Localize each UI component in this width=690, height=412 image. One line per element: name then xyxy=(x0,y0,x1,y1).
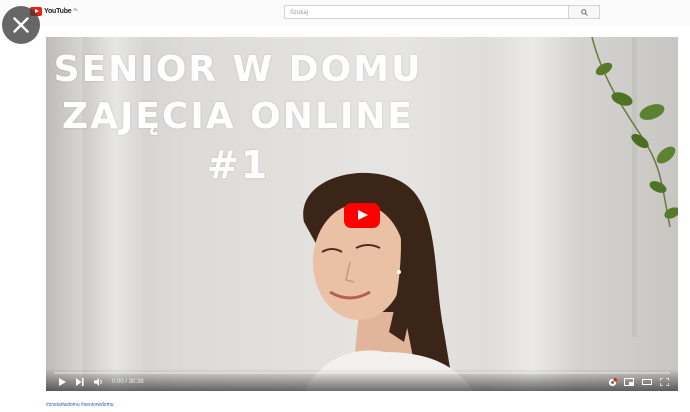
hashtags-link[interactable]: #zostańwdomu #seniorwdomu xyxy=(46,402,114,408)
youtube-logo-region: PL xyxy=(73,6,79,12)
plant-image xyxy=(591,37,678,228)
next-icon[interactable] xyxy=(76,378,84,386)
wall-left xyxy=(46,37,82,391)
video-title-line-2: ZAJĘCIA ONLINE xyxy=(62,96,414,137)
curtain xyxy=(86,37,146,391)
miniplayer-icon[interactable] xyxy=(624,378,634,386)
search-button[interactable] xyxy=(568,5,600,19)
large-play-button[interactable] xyxy=(344,203,380,228)
video-player[interactable]: SENIOR W DOMU ZAJĘCIA ONLINE #1 0:00 / 3… xyxy=(46,37,678,391)
search-input[interactable]: Szukaj xyxy=(284,5,568,19)
time-display: 0:00 / 30:38 xyxy=(112,379,144,385)
video-title-line-3: #1 xyxy=(206,143,270,187)
settings-icon[interactable] xyxy=(608,378,617,387)
close-icon xyxy=(13,17,29,33)
video-title-line-1: SENIOR W DOMU xyxy=(53,49,423,90)
fullscreen-icon[interactable] xyxy=(660,378,669,386)
top-bar: YouTube PL Szukaj xyxy=(0,0,690,26)
youtube-logo-text: YouTube xyxy=(44,8,72,15)
theater-icon[interactable] xyxy=(642,378,652,386)
volume-icon[interactable] xyxy=(94,378,104,386)
woman-image xyxy=(303,172,474,391)
progress-bar[interactable] xyxy=(54,372,670,374)
play-icon[interactable] xyxy=(58,378,66,386)
search-bar: Szukaj xyxy=(284,5,600,19)
close-button[interactable] xyxy=(2,6,40,44)
player-controls: 0:00 / 30:38 xyxy=(46,369,678,391)
search-icon xyxy=(581,9,588,16)
